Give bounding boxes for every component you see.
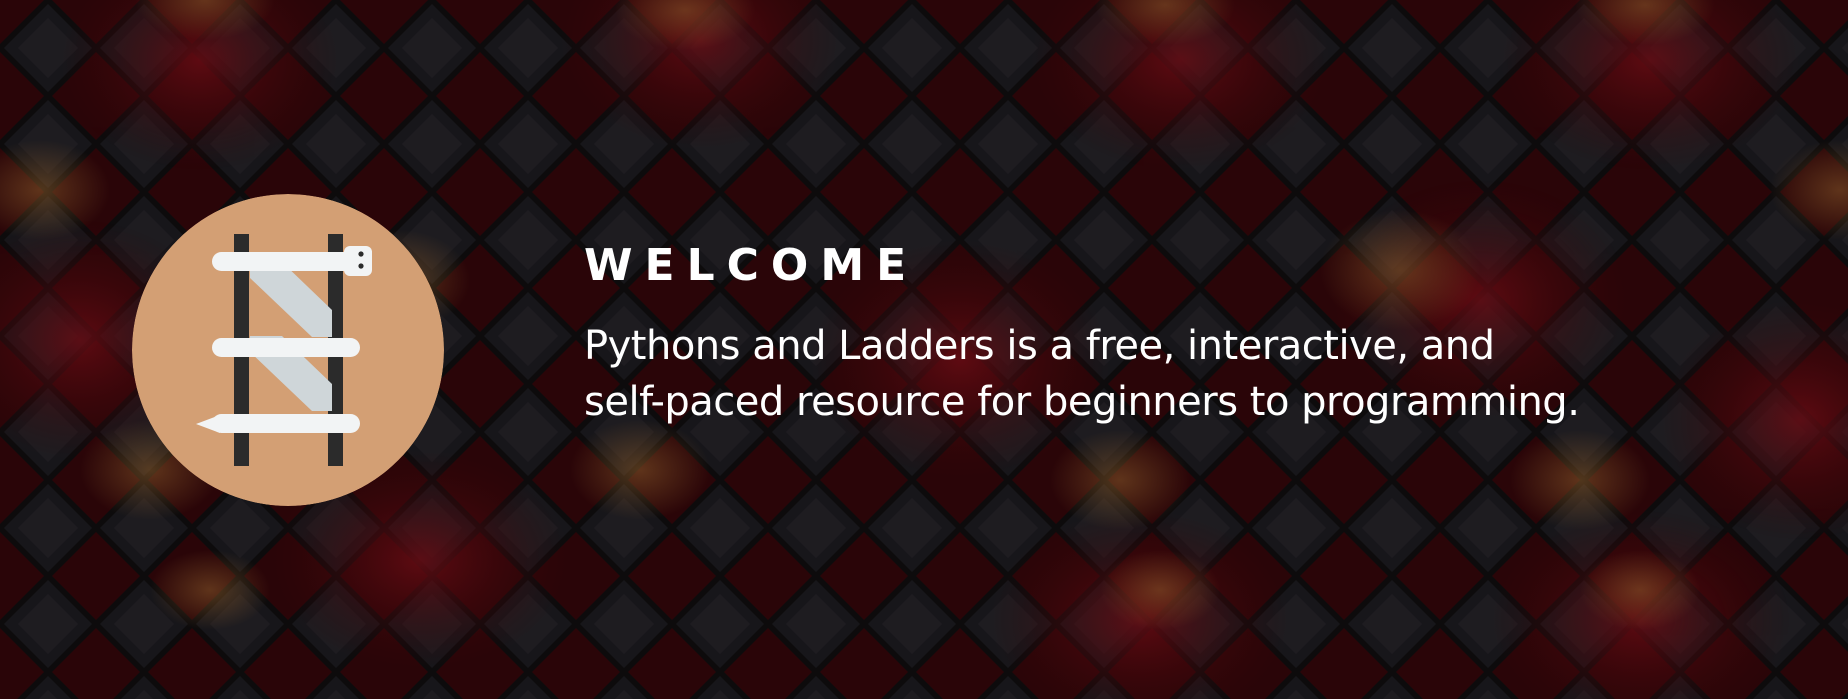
ladder-snake-icon (132, 194, 444, 506)
welcome-heading: WELCOME (584, 240, 919, 291)
welcome-banner: WELCOME Pythons and Ladders is a free, i… (0, 0, 1848, 699)
tagline-line-1: Pythons and Ladders is a free, interacti… (584, 323, 1495, 369)
tagline-line-2: self-paced resource for beginners to pro… (584, 379, 1580, 425)
tagline: Pythons and Ladders is a free, interacti… (584, 318, 1684, 430)
